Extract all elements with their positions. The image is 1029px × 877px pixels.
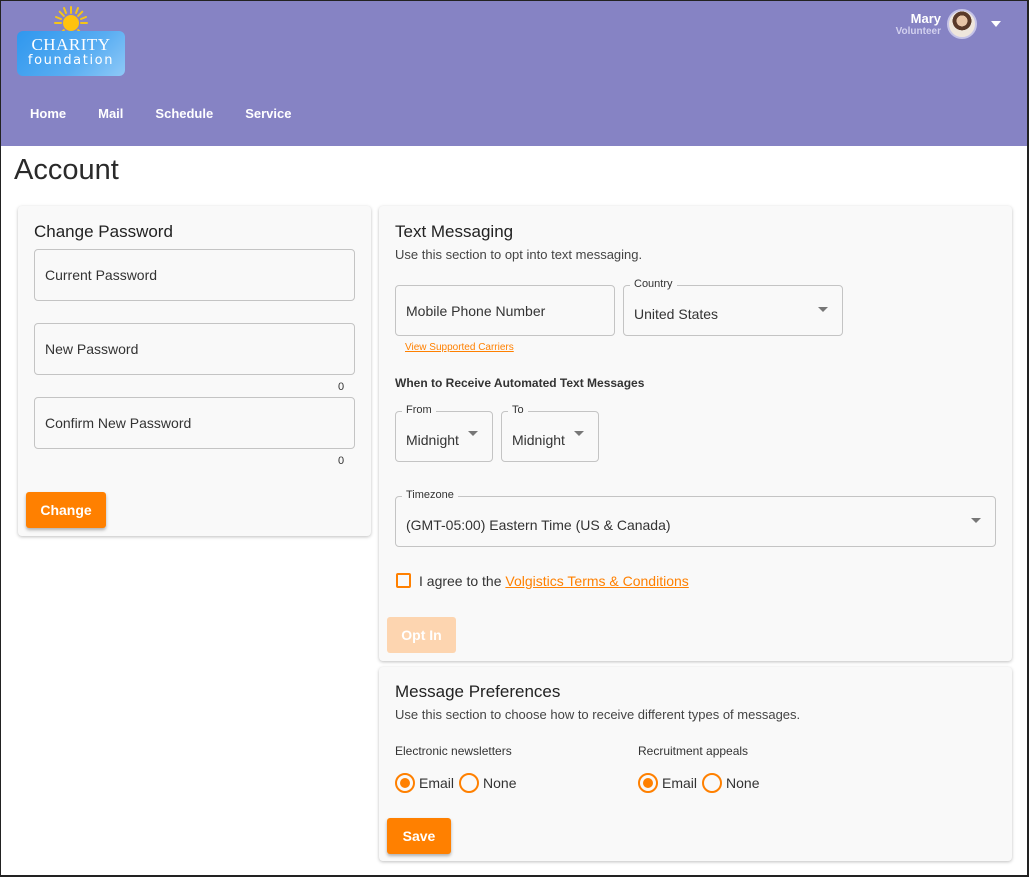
recruitment-email-label[interactable]: Email bbox=[662, 775, 697, 791]
logo-badge: CHARITY foundation bbox=[17, 31, 125, 76]
from-select[interactable]: From Midnight bbox=[395, 404, 493, 462]
nav-service[interactable]: Service bbox=[245, 106, 291, 121]
agree-prefix: I agree to the bbox=[419, 573, 506, 589]
to-label: To bbox=[508, 404, 528, 416]
current-password-field[interactable]: Current Password bbox=[34, 249, 355, 301]
timezone-label: Timezone bbox=[402, 489, 458, 501]
country-value: United States bbox=[634, 306, 719, 322]
country-label: Country bbox=[630, 278, 677, 290]
dropdown-arrow-icon bbox=[468, 430, 478, 436]
new-password-placeholder: New Password bbox=[45, 341, 139, 357]
country-select[interactable]: Country United States bbox=[623, 278, 843, 336]
newsletters-email-radio[interactable] bbox=[395, 773, 415, 793]
change-password-title: Change Password bbox=[34, 222, 173, 241]
chevron-down-icon[interactable] bbox=[991, 21, 1001, 27]
confirm-password-placeholder: Confirm New Password bbox=[45, 415, 192, 431]
mobile-phone-placeholder: Mobile Phone Number bbox=[406, 302, 546, 319]
dropdown-arrow-icon bbox=[818, 306, 828, 312]
nav-home[interactable]: Home bbox=[30, 106, 66, 121]
user-name: Mary bbox=[910, 10, 941, 26]
electronic-newsletters-radio-group: Email None bbox=[395, 773, 521, 793]
main-nav: Home Mail Schedule Service bbox=[30, 106, 323, 121]
newsletters-email-label[interactable]: Email bbox=[419, 775, 454, 791]
user-info: Mary Volunteer bbox=[896, 11, 941, 38]
logo-line1: CHARITY bbox=[31, 35, 111, 54]
text-messaging-description: Use this section to opt into text messag… bbox=[395, 247, 643, 262]
recruitment-appeals-radio-group: Email None bbox=[638, 773, 764, 793]
message-preferences-title: Message Preferences bbox=[395, 682, 561, 701]
change-password-card: Change Password Current Password New Pas… bbox=[18, 206, 371, 536]
change-button[interactable]: Change bbox=[26, 492, 106, 528]
logo-line2: foundation bbox=[27, 53, 115, 68]
user-role: Volunteer bbox=[895, 25, 941, 37]
nav-schedule[interactable]: Schedule bbox=[155, 106, 213, 121]
dropdown-arrow-icon bbox=[971, 517, 981, 523]
new-password-field[interactable]: New Password bbox=[34, 323, 355, 375]
to-value: Midnight bbox=[512, 432, 565, 448]
to-select[interactable]: To Midnight bbox=[501, 404, 599, 462]
recruitment-email-radio[interactable] bbox=[638, 773, 658, 793]
current-password-placeholder: Current Password bbox=[45, 267, 158, 283]
opt-in-button[interactable]: Opt In bbox=[387, 617, 456, 653]
charity-logo[interactable]: CHARITY foundation bbox=[16, 6, 126, 76]
mobile-phone-field[interactable]: Mobile Phone Number bbox=[395, 285, 615, 336]
text-messaging-card: Text Messaging Use this section to opt i… bbox=[379, 206, 1012, 661]
timezone-select[interactable]: Timezone (GMT-05:00) Eastern Time (US & … bbox=[395, 489, 996, 547]
recruitment-none-label[interactable]: None bbox=[726, 775, 759, 791]
timezone-value: (GMT-05:00) Eastern Time (US & Canada) bbox=[406, 517, 671, 533]
avatar[interactable] bbox=[947, 9, 977, 39]
newsletters-none-radio[interactable] bbox=[459, 773, 480, 793]
recruitment-appeals-label: Recruitment appeals bbox=[638, 744, 749, 758]
message-preferences-description: Use this section to choose how to receiv… bbox=[395, 707, 801, 722]
new-password-counter: 0 bbox=[338, 381, 345, 393]
save-button[interactable]: Save bbox=[387, 818, 451, 854]
recruitment-none-radio[interactable] bbox=[702, 773, 723, 793]
confirm-password-counter: 0 bbox=[338, 455, 345, 467]
text-messaging-title: Text Messaging bbox=[395, 222, 514, 241]
page-title: Account bbox=[14, 154, 119, 186]
view-supported-carriers-link[interactable]: View Supported Carriers bbox=[405, 342, 514, 353]
top-header: CHARITY foundation Home Mail Schedule Se… bbox=[0, 0, 1029, 146]
agree-checkbox[interactable] bbox=[396, 573, 411, 588]
newsletters-none-label[interactable]: None bbox=[483, 775, 516, 791]
from-label: From bbox=[402, 404, 436, 416]
nav-mail[interactable]: Mail bbox=[98, 106, 123, 121]
dropdown-arrow-icon bbox=[574, 430, 584, 436]
when-to-receive-heading: When to Receive Automated Text Messages bbox=[395, 376, 645, 390]
user-menu[interactable]: Mary Volunteer bbox=[896, 9, 1001, 39]
electronic-newsletters-label: Electronic newsletters bbox=[395, 744, 512, 758]
confirm-password-field[interactable]: Confirm New Password bbox=[34, 397, 355, 449]
terms-conditions-link[interactable]: Volgistics Terms & Conditions bbox=[505, 573, 688, 589]
agree-text: I agree to the Volgistics Terms & Condit… bbox=[419, 573, 689, 589]
message-preferences-card: Message Preferences Use this section to … bbox=[379, 667, 1012, 861]
from-value: Midnight bbox=[406, 432, 459, 448]
